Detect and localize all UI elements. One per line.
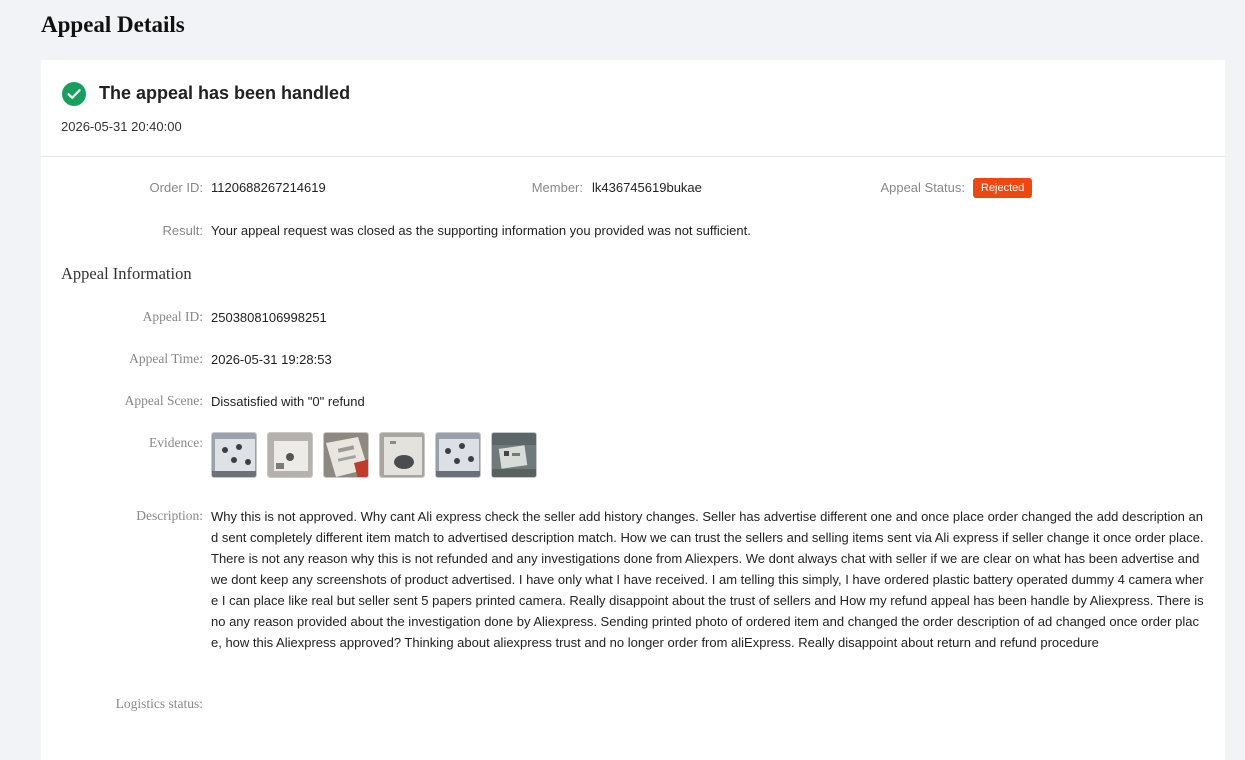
member-value: lk436745619bukae [592,180,702,195]
status-header: The appeal has been handled 2026-05-31 2… [41,60,1225,157]
appeal-id-label: Appeal ID: [142,309,203,324]
page-title: Appeal Details [41,12,185,37]
evidence-label: Evidence: [149,435,203,450]
appeal-card: The appeal has been handled 2026-05-31 2… [41,60,1225,760]
description-text: Why this is not approved. Why cant Ali e… [211,509,1204,650]
evidence-photo-4[interactable] [379,432,425,478]
member-label: Member: [531,180,583,195]
evidence-photo-6[interactable] [491,432,537,478]
appeal-time-value: 2026-05-31 19:28:53 [211,352,332,367]
status-title: The appeal has been handled [99,83,351,103]
appeal-time-label: Appeal Time: [129,351,203,366]
status-time: 2026-05-31 20:40:00 [61,119,182,134]
order-id-label: Order ID: [149,180,203,195]
logistics-status-label: Logistics status: [115,696,203,711]
evidence-photo-3[interactable] [323,432,369,478]
section-title-appeal-information: Appeal Information [61,264,192,283]
status-badge: Rejected [973,178,1033,198]
evidence-photo-1[interactable] [211,432,257,478]
appeal-scene-value: Dissatisfied with "0" refund [211,394,365,409]
appeal-status-label: Appeal Status: [880,180,965,195]
description-label: Description: [136,508,203,523]
evidence-photo-2[interactable] [267,432,313,478]
check-circle-icon [62,82,86,106]
order-id-value: 1120688267214619 [211,180,326,195]
evidence-photo-5[interactable] [435,432,481,478]
appeal-scene-label: Appeal Scene: [124,393,203,408]
appeal-id-value: 2503808106998251 [211,310,327,325]
result-label: Result: [162,223,203,238]
result-value: Your appeal request was closed as the su… [211,223,751,238]
